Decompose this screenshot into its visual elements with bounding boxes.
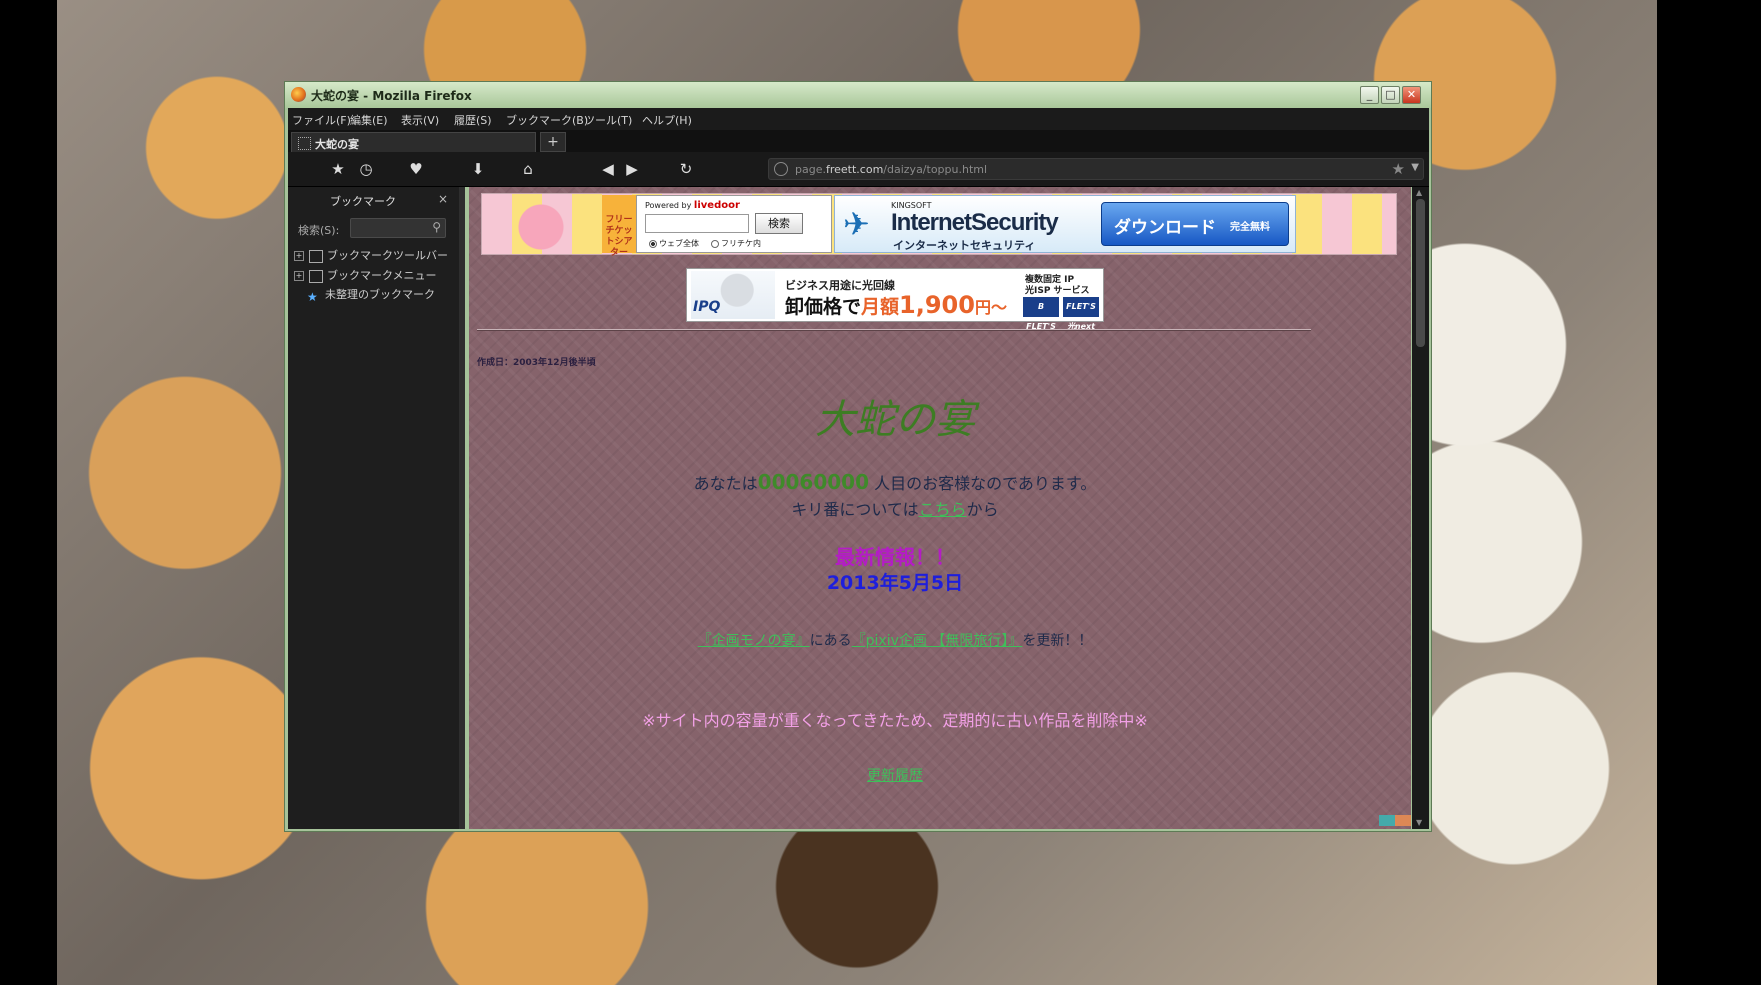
access-counter-badge[interactable] xyxy=(1379,815,1411,826)
scroll-down-icon[interactable]: ▼ xyxy=(1416,818,1422,827)
firefox-icon xyxy=(291,87,306,102)
download-label: ダウンロード xyxy=(1114,218,1216,238)
reload-icon[interactable]: ↻ xyxy=(676,159,696,179)
bookmarks-sidebar: ブックマーク × 検索(S): ⚲ + ブックマークツールバー + ブックマークメニ… xyxy=(288,187,465,829)
menu-file[interactable]: ファイル(F) xyxy=(292,112,351,128)
navigation-toolbar: ★ ◷ ♥ ⬇ ⌂ ◀ ▶ ↻ page.freett.com/daizya/t… xyxy=(288,152,1429,187)
url-bar[interactable]: page.freett.com/daizya/toppu.html ★ ▼ xyxy=(768,158,1424,180)
visitor-count: 00060000 xyxy=(757,470,869,494)
tab-daizya[interactable]: 大蛇の宴 xyxy=(291,132,536,152)
expand-icon[interactable]: + xyxy=(294,271,304,281)
minimize-button[interactable]: _ xyxy=(1360,86,1379,104)
kingsoft-product-jp: インターネットセキュリティ xyxy=(893,239,1036,252)
bookmark-page-star-icon[interactable]: ★ xyxy=(1392,160,1405,178)
url-dropdown-icon[interactable]: ▼ xyxy=(1411,162,1419,173)
kingsoft-logo-icon: ✈ xyxy=(843,205,870,243)
kikaku-link[interactable]: 『企画モノの宴』 xyxy=(698,633,810,649)
history-link-row: 更新履歴 xyxy=(469,765,1321,785)
search-icon: ⚲ xyxy=(432,220,441,234)
kingsoft-ad[interactable]: ✈ KINGSOFT InternetSecurity インターネットセキュリテ… xyxy=(834,195,1296,253)
download-button[interactable]: ダウンロード 完全無料 xyxy=(1101,202,1289,246)
site-identity-icon[interactable] xyxy=(774,162,788,176)
ad-banner-top[interactable]: フリーチケットシアター Powered by livedoor 検索 ウェブ全体… xyxy=(481,193,1397,258)
sidebar-search-label: 検索(S): xyxy=(298,224,340,237)
ipq-ad-banner[interactable]: IPQ ビジネス用途に光回線 卸価格で月額1,900円～ 複数固定 IP 光IS… xyxy=(686,268,1104,331)
scroll-up-icon[interactable]: ▲ xyxy=(1416,188,1422,197)
firefox-window: 大蛇の宴 - Mozilla Firefox _ □ ✕ ファイル(F) 編集(… xyxy=(284,81,1432,832)
free-ticket-logo[interactable]: フリーチケットシアター xyxy=(602,195,636,258)
ipq-logo: IPQ xyxy=(693,299,721,315)
url-text: page.freett.com/daizya/toppu.html xyxy=(795,163,988,176)
menu-edit[interactable]: 編集(E) xyxy=(350,112,388,128)
visitor-counter-line: あなたは00060000 人目のお客様なのであります。 xyxy=(693,470,1097,494)
toolbar-folder-icon xyxy=(309,249,323,263)
menu-help[interactable]: ヘルプ(H) xyxy=(642,112,692,128)
radio-site-only[interactable]: フリチケ内 xyxy=(711,238,761,249)
bookmark-toolbar-folder[interactable]: + ブックマークツールバー xyxy=(294,247,448,263)
title-bar[interactable]: 大蛇の宴 - Mozilla Firefox _ □ ✕ xyxy=(285,82,1431,108)
update-history-link[interactable]: 更新履歴 xyxy=(867,768,923,784)
tab-bar: 大蛇の宴 + xyxy=(288,130,1429,152)
scroll-thumb[interactable] xyxy=(1416,199,1425,347)
download-icon[interactable]: ⬇ xyxy=(468,159,488,179)
created-date: 作成日：2003年12月後半頃 xyxy=(477,358,596,368)
site-title: 大蛇の宴 xyxy=(815,397,975,443)
pixiv-kikaku-link[interactable]: 『pixiv企画 【無限旅行】』 xyxy=(852,633,1023,649)
livedoor-search-button[interactable]: 検索 xyxy=(755,213,803,234)
unsorted-star-icon: ★ xyxy=(307,289,318,304)
close-button[interactable]: ✕ xyxy=(1402,86,1421,104)
back-icon[interactable]: ◀ xyxy=(598,159,618,179)
new-tab-button[interactable]: + xyxy=(540,132,566,152)
menu-bar: ファイル(F) 編集(E) 表示(V) 履歴(S) ブックマーク(B) ツール(… xyxy=(288,108,1429,130)
notice-text: ※サイト内の容量が重くなってきたため、定期的に古い作品を削除中※ xyxy=(642,711,1148,730)
window-title: 大蛇の宴 - Mozilla Firefox xyxy=(311,89,472,103)
addon-icon[interactable]: ♥ xyxy=(406,159,426,179)
ipq-isp-service: 光ISP サービス xyxy=(1025,286,1090,296)
home-icon[interactable]: ⌂ xyxy=(518,159,538,179)
menu-folder-icon xyxy=(309,269,323,283)
menu-bookmarks[interactable]: ブックマーク(B) xyxy=(506,112,588,128)
menu-tools[interactable]: ツール(T) xyxy=(584,112,632,128)
forward-icon[interactable]: ▶ xyxy=(622,159,642,179)
page-favicon-icon xyxy=(298,137,311,150)
kiriban-link[interactable]: こちら xyxy=(919,500,967,519)
menu-view[interactable]: 表示(V) xyxy=(401,112,439,128)
flets-b-logo: B FLET'S xyxy=(1023,297,1059,331)
free-label: 完全無料 xyxy=(1230,222,1270,233)
livedoor-search-input[interactable] xyxy=(645,214,749,233)
bookmark-star-icon[interactable]: ★ xyxy=(328,159,348,179)
livedoor-powered-text: Powered by livedoor xyxy=(645,200,740,211)
sidebar-close-button[interactable]: × xyxy=(438,192,448,206)
sidebar-title: ブックマーク xyxy=(330,195,396,208)
maximize-button[interactable]: □ xyxy=(1381,86,1400,104)
bookmark-menu-folder[interactable]: + ブックマークメニュー xyxy=(294,267,437,283)
ad-pig-illustration xyxy=(482,194,600,254)
kingsoft-product: InternetSecurity xyxy=(891,209,1059,236)
menu-history[interactable]: 履歴(S) xyxy=(454,112,492,128)
flets-next-logo: FLET'S 光next xyxy=(1063,297,1099,331)
content-scrollbar[interactable]: ▲ ▼ xyxy=(1412,187,1429,829)
kiriban-line: キリ番についてはこちらから xyxy=(791,500,999,519)
news-heading: 最新情報！！ xyxy=(835,545,955,569)
divider xyxy=(477,329,1311,331)
expand-icon[interactable]: + xyxy=(294,251,304,261)
news-date: 2013年5月5日 xyxy=(826,572,964,594)
page-content: フリーチケットシアター Powered by livedoor 検索 ウェブ全体… xyxy=(469,187,1411,829)
history-clock-icon[interactable]: ◷ xyxy=(356,159,376,179)
tab-label: 大蛇の宴 xyxy=(315,138,359,151)
ipq-price-line: 卸価格で月額1,900円～ xyxy=(785,291,1007,319)
sidebar-search-input[interactable]: ⚲ xyxy=(350,218,446,238)
update-line: 『企画モノの宴』にある『pixiv企画 【無限旅行】』を更新！！ xyxy=(697,633,1093,649)
unsorted-bookmarks-folder[interactable]: ★ 未整理のブックマーク xyxy=(307,286,435,304)
radio-web-all[interactable]: ウェブ全体 xyxy=(649,238,699,249)
livedoor-search-box: Powered by livedoor 検索 ウェブ全体 フリチケ内 xyxy=(636,195,832,253)
